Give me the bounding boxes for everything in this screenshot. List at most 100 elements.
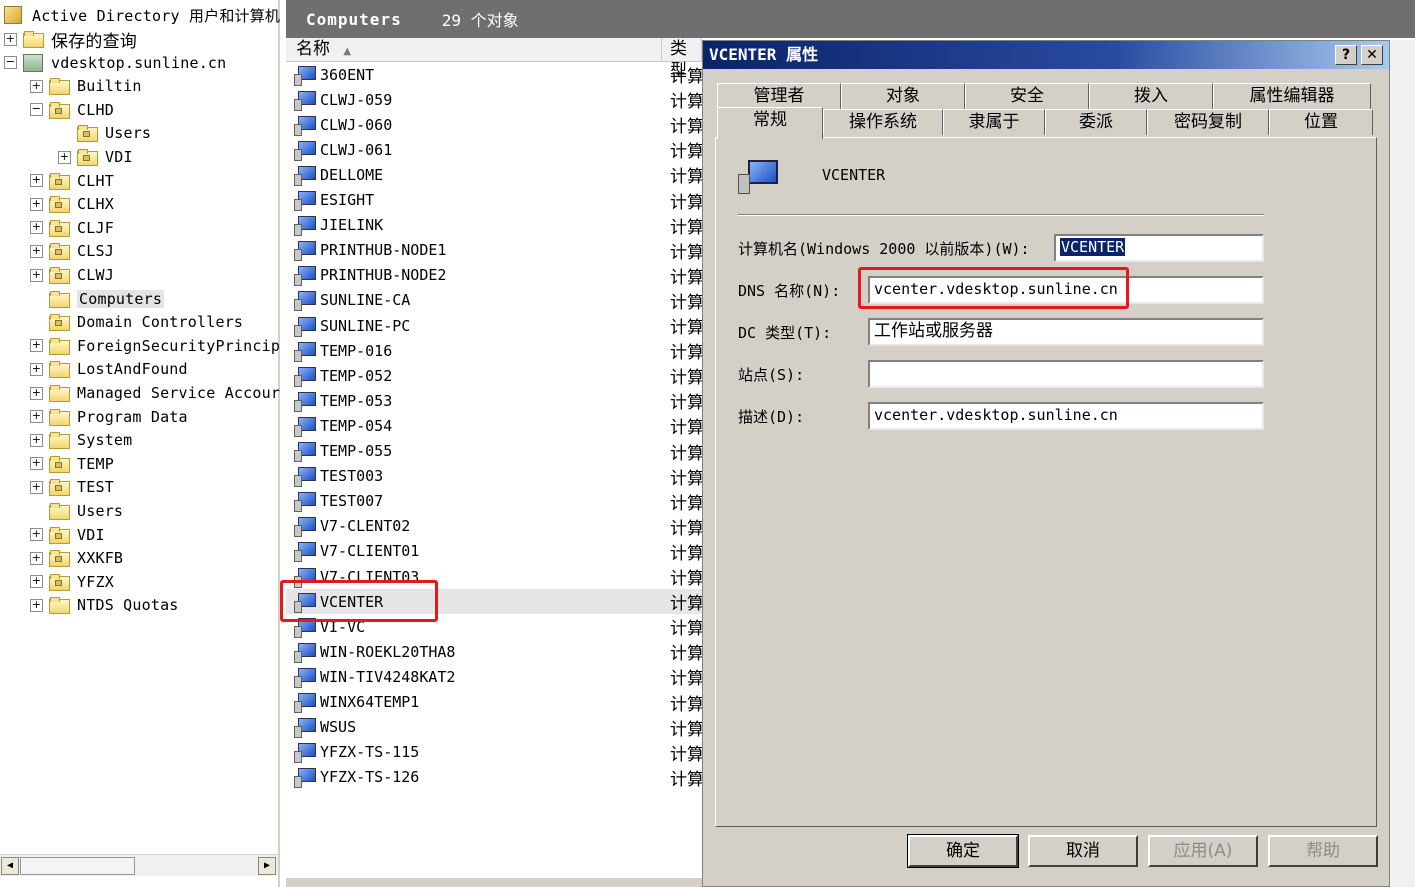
cancel-button[interactable]: 取消: [1028, 835, 1138, 867]
expand-icon[interactable]: +: [30, 174, 43, 188]
list-item[interactable]: CLWJ-061 计算: [286, 137, 704, 162]
tab-general[interactable]: 常规: [717, 107, 823, 139]
tab-back-2[interactable]: 安全: [965, 83, 1089, 109]
list-item[interactable]: TEMP-016 计算: [286, 338, 704, 363]
tab-back-3[interactable]: 拨入: [1089, 83, 1213, 109]
list-item[interactable]: SUNLINE-PC 计算: [286, 313, 704, 338]
expand-icon[interactable]: +: [30, 528, 43, 542]
expand-icon[interactable]: +: [30, 339, 43, 353]
tree-item[interactable]: + CLHX: [30, 193, 114, 215]
list-item[interactable]: TEST007 计算: [286, 489, 704, 514]
list-item[interactable]: WINX64TEMP1 计算: [286, 690, 704, 715]
tree-item[interactable]: + ForeignSecurityPrincip: [30, 335, 280, 357]
help-button[interactable]: 帮助: [1268, 835, 1378, 867]
tree-item[interactable]: + TEMP: [30, 453, 114, 475]
help-icon[interactable]: ?: [1335, 45, 1357, 65]
expand-icon[interactable]: +: [30, 410, 43, 424]
tab-back-4[interactable]: 属性编辑器: [1213, 83, 1371, 109]
list-item[interactable]: YFZX-TS-126 计算: [286, 765, 704, 790]
expand-icon[interactable]: +: [30, 268, 43, 282]
expand-icon[interactable]: +: [30, 386, 43, 400]
list-item[interactable]: ESIGHT 计算: [286, 188, 704, 213]
tree-item[interactable]: Users: [30, 500, 123, 522]
expand-icon[interactable]: +: [30, 221, 43, 235]
list-item[interactable]: TEMP-052 计算: [286, 363, 704, 388]
tree-item[interactable]: + CLJF: [30, 217, 114, 239]
list-item[interactable]: PRINTHUB-NODE1 计算: [286, 238, 704, 263]
list-item[interactable]: WIN-ROEKL20THA8 计算: [286, 639, 704, 664]
list-item[interactable]: DELLOME 计算: [286, 162, 704, 187]
site-field[interactable]: [868, 360, 1264, 388]
expand-icon[interactable]: +: [30, 480, 43, 494]
expand-icon[interactable]: +: [30, 244, 43, 258]
tree-item[interactable]: + Managed Service Accour: [30, 382, 280, 404]
list-item[interactable]: TEMP-055 计算: [286, 439, 704, 464]
tree-horizontal-scrollbar[interactable]: ◀ ▶: [0, 854, 278, 876]
tree-item[interactable]: + CLSJ: [30, 240, 114, 262]
list-item[interactable]: 360ENT 计算: [286, 62, 704, 87]
list-item[interactable]: TEMP-054 计算: [286, 413, 704, 438]
expand-icon[interactable]: +: [30, 197, 43, 211]
expand-icon[interactable]: +: [4, 32, 17, 46]
expand-icon[interactable]: +: [30, 598, 43, 612]
expand-icon[interactable]: +: [30, 362, 43, 376]
tab-front-1[interactable]: 操作系统: [823, 109, 943, 135]
list-item[interactable]: PRINTHUB-NODE2 计算: [286, 263, 704, 288]
tree-item[interactable]: + LostAndFound: [30, 358, 188, 380]
tab-front-4[interactable]: 密码复制: [1147, 109, 1269, 135]
list-item[interactable]: WIN-TIV4248KAT2 计算: [286, 664, 704, 689]
tree-item[interactable]: + YFZX: [30, 571, 114, 593]
collapse-icon[interactable]: −: [30, 103, 43, 117]
description-field[interactable]: vcenter.vdesktop.sunline.cn: [868, 402, 1264, 430]
list-item[interactable]: YFZX-TS-115 计算: [286, 740, 704, 765]
list-item[interactable]: SUNLINE-CA 计算: [286, 288, 704, 313]
tree-item[interactable]: Computers: [30, 288, 165, 310]
tree-item[interactable]: + TEST: [30, 476, 114, 498]
tab-back-0[interactable]: 管理者: [717, 83, 841, 109]
tree-item[interactable]: + VDI: [30, 524, 105, 546]
close-icon[interactable]: ✕: [1361, 45, 1383, 65]
list-item[interactable]: TEMP-053 计算: [286, 388, 704, 413]
scroll-left-icon[interactable]: ◀: [1, 857, 19, 875]
expand-icon[interactable]: +: [30, 79, 43, 93]
tree-item[interactable]: Domain Controllers: [30, 311, 243, 333]
tree-item[interactable]: + Program Data: [30, 406, 188, 428]
tree-item[interactable]: + 保存的查询: [4, 28, 137, 52]
expand-icon[interactable]: +: [30, 551, 43, 565]
column-header-type[interactable]: 类型: [662, 38, 702, 81]
column-header-name[interactable]: 名称 ▲: [286, 38, 662, 62]
tree-item[interactable]: + NTDS Quotas: [30, 594, 179, 616]
tree-item[interactable]: + CLHT: [30, 170, 114, 192]
list-item[interactable]: CLWJ-059 计算: [286, 87, 704, 112]
list-item[interactable]: JIELINK 计算: [286, 213, 704, 238]
expand-icon[interactable]: +: [30, 433, 43, 447]
tree-item[interactable]: + System: [30, 429, 132, 451]
tree-item[interactable]: + VDI: [58, 146, 133, 168]
expand-icon[interactable]: +: [30, 457, 43, 471]
pre2000-name-field[interactable]: VCENTER: [1054, 234, 1264, 262]
tab-front-3[interactable]: 委派: [1045, 109, 1147, 135]
ok-button[interactable]: 确定: [907, 834, 1019, 868]
scroll-thumb[interactable]: [20, 857, 135, 875]
dc-type-field[interactable]: 工作站或服务器: [868, 318, 1264, 346]
collapse-icon[interactable]: −: [4, 56, 17, 70]
tree-item[interactable]: + Builtin: [30, 75, 142, 97]
tab-back-1[interactable]: 对象: [841, 83, 965, 109]
list-item[interactable]: CLWJ-060 计算: [286, 112, 704, 137]
tree-item[interactable]: + CLWJ: [30, 264, 114, 286]
expand-icon[interactable]: +: [30, 575, 43, 589]
apply-button[interactable]: 应用(A): [1148, 835, 1258, 867]
dialog-title-bar[interactable]: VCENTER 属性 ? ✕: [703, 41, 1389, 69]
tree-root[interactable]: Active Directory 用户和计算机: [4, 4, 280, 26]
list-item[interactable]: V7-CLIENT01 计算: [286, 539, 704, 564]
tree-item[interactable]: + XXKFB: [30, 547, 123, 569]
tab-front-5[interactable]: 位置: [1269, 109, 1373, 135]
tree-item[interactable]: − vdesktop.sunline.cn: [4, 52, 226, 74]
tree-item[interactable]: − CLHD: [30, 99, 114, 121]
expand-icon[interactable]: +: [58, 150, 71, 164]
scroll-right-icon[interactable]: ▶: [258, 857, 276, 875]
tab-front-2[interactable]: 隶属于: [943, 109, 1045, 135]
tree-item[interactable]: Users: [58, 122, 151, 144]
list-item[interactable]: WSUS 计算: [286, 715, 704, 740]
list-item[interactable]: TEST003 计算: [286, 464, 704, 489]
